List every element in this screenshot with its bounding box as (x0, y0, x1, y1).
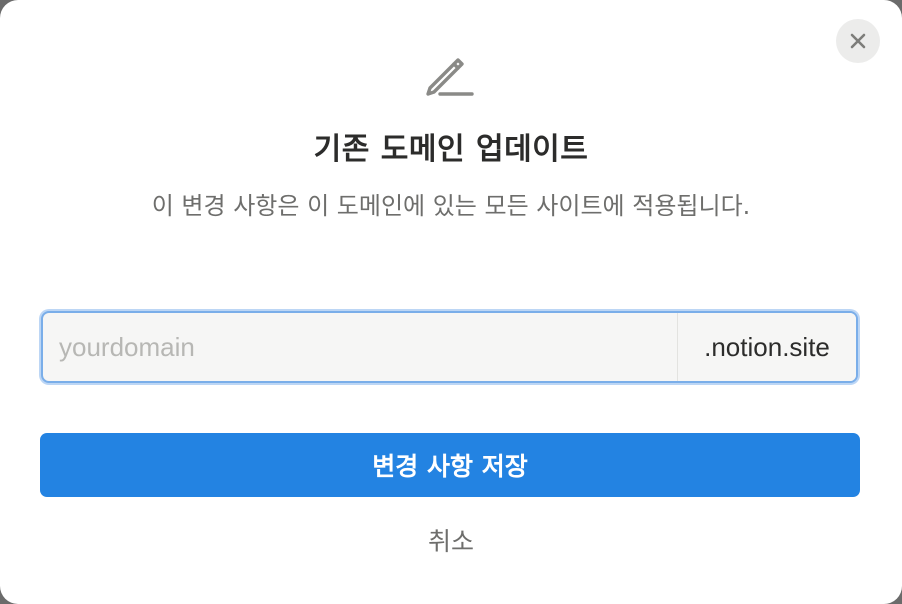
save-changes-button[interactable]: 변경 사항 저장 (40, 433, 860, 497)
close-icon (850, 33, 866, 49)
domain-field: .notion.site (41, 311, 858, 383)
domain-input[interactable] (43, 313, 677, 381)
close-button[interactable] (836, 19, 880, 63)
cancel-button[interactable]: 취소 (401, 518, 501, 562)
domain-suffix: .notion.site (677, 313, 856, 381)
update-domain-dialog: 기존 도메인 업데이트 이 변경 사항은 이 도메인에 있는 모든 사이트에 적… (0, 0, 902, 604)
dialog-title: 기존 도메인 업데이트 (313, 132, 589, 167)
dialog-description: 이 변경 사항은 이 도메인에 있는 모든 사이트에 적용됩니다. (151, 192, 751, 220)
pencil-icon (426, 58, 474, 96)
